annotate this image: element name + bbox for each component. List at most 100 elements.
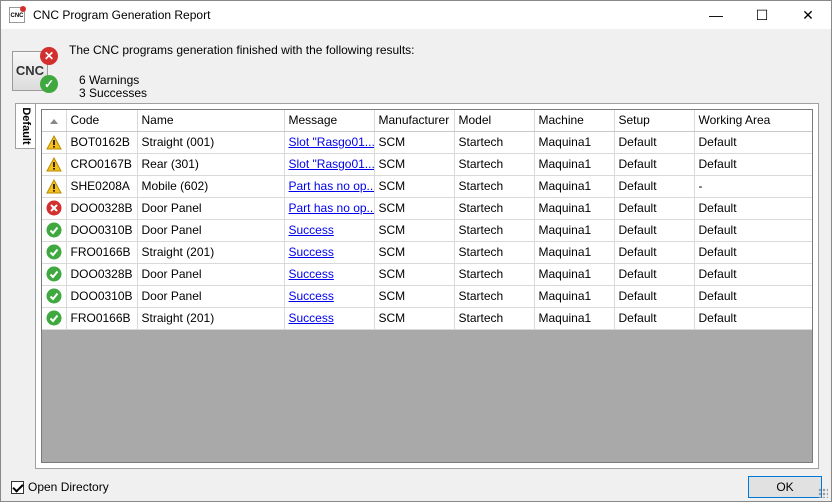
status-cell bbox=[42, 241, 67, 264]
cell-manufacturer: SCM bbox=[374, 285, 455, 308]
cell-name: Straight (201) bbox=[137, 241, 285, 264]
cell-setup: Default bbox=[614, 153, 695, 176]
sort-ascending-icon bbox=[49, 118, 58, 124]
cell-setup: Default bbox=[614, 241, 695, 264]
status-cell bbox=[42, 175, 67, 198]
close-button[interactable]: ✕ bbox=[785, 1, 831, 29]
cell-model: Startech bbox=[454, 285, 535, 308]
table-row[interactable]: FRO0166B Straight (201) Success SCM Startech… bbox=[42, 307, 812, 330]
cell-setup: Default bbox=[614, 219, 695, 242]
cell-setup: Default bbox=[614, 175, 695, 198]
results-grid[interactable]: Code Name Message Manufacturer Model Mac… bbox=[41, 109, 813, 463]
column-header-setup[interactable]: Setup bbox=[614, 110, 695, 132]
minimize-button[interactable]: — bbox=[693, 1, 739, 29]
message-link[interactable]: Slot "Rasgo01... bbox=[289, 157, 374, 171]
cell-name: Straight (001) bbox=[137, 131, 285, 154]
cell-setup: Default bbox=[614, 197, 695, 220]
table-row[interactable]: FRO0166B Straight (201) Success SCM Startech… bbox=[42, 241, 812, 264]
column-header-machine[interactable]: Machine bbox=[534, 110, 615, 132]
cell-message: Success bbox=[284, 263, 375, 286]
status-cell bbox=[42, 307, 67, 330]
cell-area: Default bbox=[694, 153, 812, 176]
cell-machine: Maquina1 bbox=[534, 131, 615, 154]
status-cell bbox=[42, 197, 67, 220]
cell-setup: Default bbox=[614, 131, 695, 154]
cell-code: DOO0328B bbox=[66, 263, 138, 286]
cell-model: Startech bbox=[454, 197, 535, 220]
column-header-model[interactable]: Model bbox=[454, 110, 535, 132]
sort-column-header[interactable] bbox=[42, 110, 67, 132]
success-icon bbox=[46, 266, 62, 282]
table-row[interactable]: DOO0328B Door Panel Part has no op... SCM St… bbox=[42, 197, 812, 220]
tab-default[interactable]: Default bbox=[15, 103, 35, 149]
cell-model: Startech bbox=[454, 131, 535, 154]
cell-message: Part has no op... bbox=[284, 197, 375, 220]
cell-code: CRO0167B bbox=[66, 153, 138, 176]
cell-setup: Default bbox=[614, 285, 695, 308]
resize-grip-icon[interactable] bbox=[818, 488, 828, 498]
cell-machine: Maquina1 bbox=[534, 219, 615, 242]
message-link[interactable]: Slot "Rasgo01... bbox=[289, 135, 374, 149]
grid-header-row: Code Name Message Manufacturer Model Mac… bbox=[42, 110, 812, 132]
warnings-count: 6 Warnings bbox=[79, 73, 140, 87]
column-header-message[interactable]: Message bbox=[284, 110, 375, 132]
open-directory-checkbox[interactable]: Open Directory bbox=[11, 480, 109, 494]
column-header-code[interactable]: Code bbox=[66, 110, 138, 132]
cell-name: Door Panel bbox=[137, 285, 285, 308]
cell-area: Default bbox=[694, 241, 812, 264]
table-row[interactable]: DOO0328B Door Panel Success SCM Startech Maqu… bbox=[42, 263, 812, 286]
cell-manufacturer: SCM bbox=[374, 131, 455, 154]
column-header-name[interactable]: Name bbox=[137, 110, 285, 132]
message-link[interactable]: Success bbox=[289, 289, 334, 303]
status-cell bbox=[42, 285, 67, 308]
cell-message: Success bbox=[284, 241, 375, 264]
cell-area: Default bbox=[694, 197, 812, 220]
cell-code: FRO0166B bbox=[66, 241, 138, 264]
message-link[interactable]: Part has no op... bbox=[289, 179, 374, 193]
column-header-manufacturer[interactable]: Manufacturer bbox=[374, 110, 455, 132]
cell-message: Success bbox=[284, 219, 375, 242]
report-window: CNC CNC Program Generation Report — ☐ ✕ … bbox=[0, 0, 832, 502]
cell-machine: Maquina1 bbox=[534, 175, 615, 198]
cell-name: Door Panel bbox=[137, 197, 285, 220]
cell-message: Slot "Rasgo01... bbox=[284, 131, 375, 154]
message-link[interactable]: Success bbox=[289, 267, 334, 281]
table-row[interactable]: DOO0310B Door Panel Success SCM Startech Maqu… bbox=[42, 285, 812, 308]
message-link[interactable]: Success bbox=[289, 223, 334, 237]
maximize-button[interactable]: ☐ bbox=[739, 1, 785, 29]
success-icon bbox=[46, 244, 62, 260]
title-bar: CNC CNC Program Generation Report — ☐ ✕ bbox=[1, 1, 831, 29]
cell-area: Default bbox=[694, 131, 812, 154]
cell-manufacturer: SCM bbox=[374, 197, 455, 220]
cell-name: Straight (201) bbox=[137, 307, 285, 330]
cell-name: Door Panel bbox=[137, 263, 285, 286]
cell-manufacturer: SCM bbox=[374, 175, 455, 198]
table-row[interactable]: BOT0162B Straight (001) Slot "Rasgo01... SC… bbox=[42, 131, 812, 154]
summary-area: CNC ✕ ✓ The CNC programs generation fini… bbox=[1, 29, 831, 101]
window-title: CNC Program Generation Report bbox=[33, 8, 211, 22]
table-row[interactable]: CRO0167B Rear (301) Slot "Rasgo01... SCM Sta… bbox=[42, 153, 812, 176]
open-directory-label: Open Directory bbox=[28, 480, 109, 494]
cell-name: Mobile (602) bbox=[137, 175, 285, 198]
cell-area: Default bbox=[694, 307, 812, 330]
cnc-report-icon: CNC ✕ ✓ bbox=[12, 47, 58, 93]
status-cell bbox=[42, 131, 67, 154]
cell-machine: Maquina1 bbox=[534, 153, 615, 176]
cell-manufacturer: SCM bbox=[374, 307, 455, 330]
message-link[interactable]: Success bbox=[289, 311, 334, 325]
cell-code: BOT0162B bbox=[66, 131, 138, 154]
message-link[interactable]: Part has no op... bbox=[289, 201, 374, 215]
cell-model: Startech bbox=[454, 307, 535, 330]
warning-icon bbox=[45, 134, 62, 150]
error-icon bbox=[46, 200, 62, 216]
table-row[interactable]: SHE0208A Mobile (602) Part has no op... SCM… bbox=[42, 175, 812, 198]
cell-model: Startech bbox=[454, 241, 535, 264]
cell-code: DOO0310B bbox=[66, 285, 138, 308]
cell-model: Startech bbox=[454, 175, 535, 198]
ok-button[interactable]: OK bbox=[748, 476, 822, 498]
cell-machine: Maquina1 bbox=[534, 241, 615, 264]
column-header-working-area[interactable]: Working Area bbox=[694, 110, 812, 132]
cell-machine: Maquina1 bbox=[534, 263, 615, 286]
table-row[interactable]: DOO0310B Door Panel Success SCM Startech Maqu… bbox=[42, 219, 812, 242]
message-link[interactable]: Success bbox=[289, 245, 334, 259]
